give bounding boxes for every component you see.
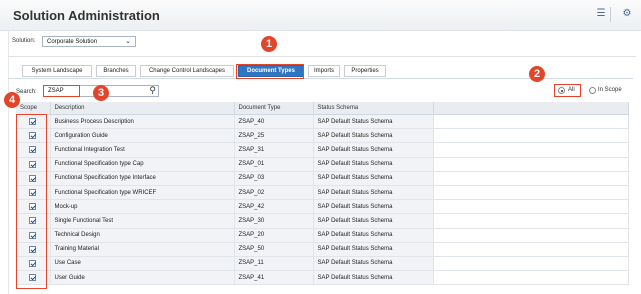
row-description: Functional Specification type Interface (50, 171, 235, 186)
row-document-type: ZSAP_03 (234, 171, 314, 186)
row-blank (433, 157, 629, 172)
header-scope[interactable]: Scope (16, 102, 51, 115)
row-description: Single Functional Test (50, 213, 235, 229)
tab-imports[interactable]: Imports (308, 65, 340, 77)
table-row[interactable]: Use Case ZSAP_11 SAP Default Status Schema (16, 256, 629, 272)
row-document-type: ZSAP_31 (234, 142, 314, 158)
row-blank (433, 256, 629, 272)
row-description: Technical Design (50, 228, 235, 243)
row-description: Mock-up (50, 199, 235, 215)
row-blank (433, 128, 629, 144)
callout-1: 1 (261, 36, 277, 52)
table-row[interactable]: Configuration Guide ZSAP_25 SAP Default St… (16, 128, 629, 144)
table-row[interactable]: Training Material ZSAP_50 SAP Default Stat… (16, 242, 629, 257)
row-document-type: ZSAP_20 (234, 228, 314, 243)
toolbar-divider (610, 7, 611, 22)
row-status-schema: SAP Default Status Schema (313, 213, 434, 229)
header-document-type[interactable]: Document Type (234, 102, 314, 115)
row-description: Business Process Description (50, 114, 235, 130)
row-blank (433, 228, 629, 243)
table-row[interactable]: Functional Specification type Cap ZSAP_01… (16, 157, 629, 172)
left-border (8, 30, 9, 294)
highlight-document-types-tab (236, 64, 304, 79)
radio-in-scope-label: In Scope (598, 87, 622, 93)
row-document-type: ZSAP_25 (234, 128, 314, 144)
radio-in-scope[interactable] (589, 87, 596, 94)
list-icon[interactable]: ☰ (594, 8, 608, 20)
row-document-type: ZSAP_41 (234, 270, 314, 286)
table-row[interactable]: Business Process Description ZSAP_40 SAP D… (16, 114, 629, 130)
row-description: Configuration Guide (50, 128, 235, 144)
row-status-schema: SAP Default Status Schema (313, 242, 434, 257)
table-row[interactable]: Functional Integration Test ZSAP_31 SAP De… (16, 142, 629, 158)
row-status-schema: SAP Default Status Schema (313, 270, 434, 286)
header-description[interactable]: Description (50, 102, 235, 115)
row-status-schema: SAP Default Status Schema (313, 157, 434, 172)
table-row[interactable]: Technical Design ZSAP_20 SAP Default Statu… (16, 228, 629, 243)
divider (8, 56, 636, 57)
row-blank (433, 142, 629, 158)
row-description: User Guide (50, 270, 235, 286)
row-document-type: ZSAP_01 (234, 157, 314, 172)
header-status-schema[interactable]: Status Schema (313, 102, 434, 115)
row-document-type: ZSAP_42 (234, 199, 314, 215)
row-description: Use Case (50, 256, 235, 272)
row-status-schema: SAP Default Status Schema (313, 142, 434, 158)
row-status-schema: SAP Default Status Schema (313, 199, 434, 215)
row-document-type: ZSAP_02 (234, 185, 314, 201)
row-document-type: ZSAP_11 (234, 256, 314, 272)
row-blank (433, 213, 629, 229)
row-blank (433, 199, 629, 215)
row-document-type: ZSAP_40 (234, 114, 314, 130)
tab-change-control-landscapes[interactable]: Change Control Landscapes (140, 65, 234, 77)
row-status-schema: SAP Default Status Schema (313, 185, 434, 201)
row-blank (433, 185, 629, 201)
row-description: Functional Integration Test (50, 142, 235, 158)
tab-system-landscape[interactable]: System Landscape (22, 65, 92, 77)
page-title: Solution Administration (13, 8, 160, 23)
table-row[interactable]: Mock-up ZSAP_42 SAP Default Status Schema (16, 199, 629, 215)
row-status-schema: SAP Default Status Schema (313, 114, 434, 130)
table-row[interactable]: Functional Specification type WRICEF ZSAP… (16, 185, 629, 201)
row-status-schema: SAP Default Status Schema (313, 128, 434, 144)
row-description: Training Material (50, 242, 235, 257)
table-row[interactable]: Functional Specification type Interface Z… (16, 171, 629, 186)
tab-branches[interactable]: Branches (96, 65, 136, 77)
row-blank (433, 242, 629, 257)
solution-label: Solution: (12, 38, 36, 44)
row-document-type: ZSAP_30 (234, 213, 314, 229)
row-blank (433, 270, 629, 286)
row-document-type: ZSAP_50 (234, 242, 314, 257)
highlight-all-radio (554, 84, 581, 97)
solution-select-value: Corporate Solution (47, 38, 98, 45)
search-label: Search: (16, 89, 37, 95)
row-description: Functional Specification type WRICEF (50, 185, 235, 201)
callout-3: 3 (93, 85, 109, 101)
solution-select[interactable]: Corporate Solution ⌄ (42, 36, 136, 47)
callout-4: 4 (4, 92, 20, 108)
callout-2: 2 (529, 66, 545, 82)
highlight-search-value (43, 85, 80, 97)
title-bar: Solution Administration ☰ ⚙ (0, 0, 641, 31)
highlight-scope-column (16, 114, 47, 289)
row-status-schema: SAP Default Status Schema (313, 256, 434, 272)
row-status-schema: SAP Default Status Schema (313, 228, 434, 243)
help-icon[interactable]: ⚙ (620, 8, 634, 20)
chevron-down-icon: ⌄ (125, 38, 131, 45)
table-row[interactable]: User Guide ZSAP_41 SAP Default Status Sche… (16, 270, 629, 286)
table-row[interactable]: Single Functional Test ZSAP_30 SAP Default… (16, 213, 629, 229)
row-blank (433, 171, 629, 186)
row-blank (433, 114, 629, 130)
document-types-table: Scope Description Document Type Status S… (16, 102, 629, 286)
tab-properties[interactable]: Properties (344, 65, 386, 77)
header-blank (433, 102, 629, 115)
table-header-row: Scope Description Document Type Status S… (16, 102, 629, 115)
row-description: Functional Specification type Cap (50, 157, 235, 172)
row-status-schema: SAP Default Status Schema (313, 171, 434, 186)
search-icon[interactable]: ⚲ (149, 85, 156, 96)
